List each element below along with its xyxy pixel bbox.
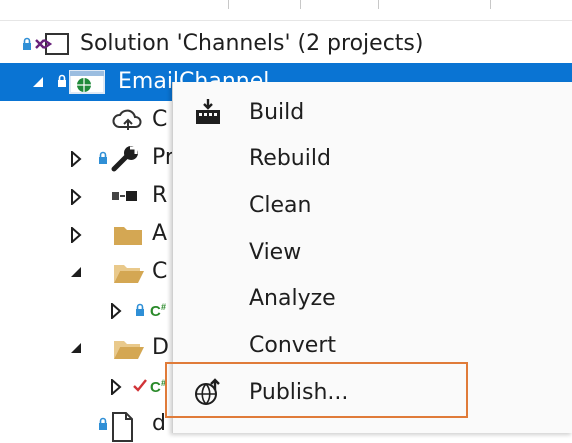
toolbar-separator bbox=[378, 0, 379, 9]
document-file-icon bbox=[112, 412, 133, 442]
top-toolstrip bbox=[0, 0, 572, 22]
tree-item-label: R bbox=[152, 183, 168, 208]
toolbar-separator bbox=[490, 0, 491, 9]
menu-item-label: Rebuild bbox=[249, 146, 331, 171]
open-folder-icon bbox=[114, 265, 144, 283]
expanded-arrow-icon[interactable] bbox=[70, 342, 82, 354]
collapsed-arrow-icon[interactable] bbox=[110, 303, 122, 319]
tree-item-label: d bbox=[152, 411, 166, 436]
tree-item-solution[interactable]: Solution 'Channels' (2 projects) bbox=[0, 25, 572, 63]
checkmark-icon bbox=[133, 379, 147, 392]
solution-label: Solution 'Channels' (2 projects) bbox=[80, 31, 424, 56]
lock-icon bbox=[99, 417, 107, 430]
menu-item-label: View bbox=[249, 240, 302, 265]
toolbar-divider bbox=[0, 20, 572, 21]
tree-item-label: C bbox=[152, 259, 168, 284]
svg-text:C: C bbox=[150, 379, 161, 396]
menu-item-build[interactable]: Build bbox=[173, 90, 572, 136]
references-icon bbox=[112, 191, 137, 201]
menu-item-clean[interactable]: Clean bbox=[173, 183, 572, 229]
expanded-arrow-icon[interactable] bbox=[32, 76, 44, 88]
svg-text:#: # bbox=[161, 302, 166, 312]
web-project-icon bbox=[69, 70, 105, 94]
collapsed-arrow-icon[interactable] bbox=[70, 227, 82, 243]
cloud-service-icon bbox=[112, 109, 142, 130]
lock-icon bbox=[136, 303, 144, 316]
tree-item-label: Pr bbox=[152, 145, 174, 170]
build-icon bbox=[196, 99, 220, 124]
publish-highlight-box bbox=[165, 362, 468, 418]
csharp-file-icon: C # bbox=[150, 302, 166, 320]
menu-item-view[interactable]: View bbox=[173, 230, 572, 276]
visual-studio-solution-icon bbox=[35, 33, 69, 55]
collapsed-arrow-icon[interactable] bbox=[70, 189, 82, 205]
svg-text:C: C bbox=[150, 303, 161, 320]
toolbar-separator bbox=[300, 0, 301, 9]
menu-item-label: Analyze bbox=[249, 286, 336, 311]
menu-item-label: Build bbox=[249, 100, 305, 125]
tree-item-label: C bbox=[152, 107, 168, 132]
collapsed-arrow-icon[interactable] bbox=[70, 151, 82, 167]
folder-icon bbox=[114, 227, 142, 245]
tree-item-label: A bbox=[152, 221, 168, 246]
lock-icon bbox=[99, 151, 107, 164]
menu-item-analyze[interactable]: Analyze bbox=[173, 276, 572, 322]
lock-icon bbox=[23, 37, 31, 50]
expanded-arrow-icon[interactable] bbox=[70, 266, 82, 278]
open-folder-icon bbox=[114, 341, 144, 359]
toolbar-separator bbox=[228, 0, 229, 9]
collapsed-arrow-icon[interactable] bbox=[110, 379, 122, 395]
context-menu: Build Rebuild Clean View Analyze Convert… bbox=[165, 82, 572, 433]
wrench-icon bbox=[111, 146, 138, 172]
menu-item-rebuild[interactable]: Rebuild bbox=[173, 136, 572, 182]
menu-item-label: Clean bbox=[249, 193, 312, 218]
